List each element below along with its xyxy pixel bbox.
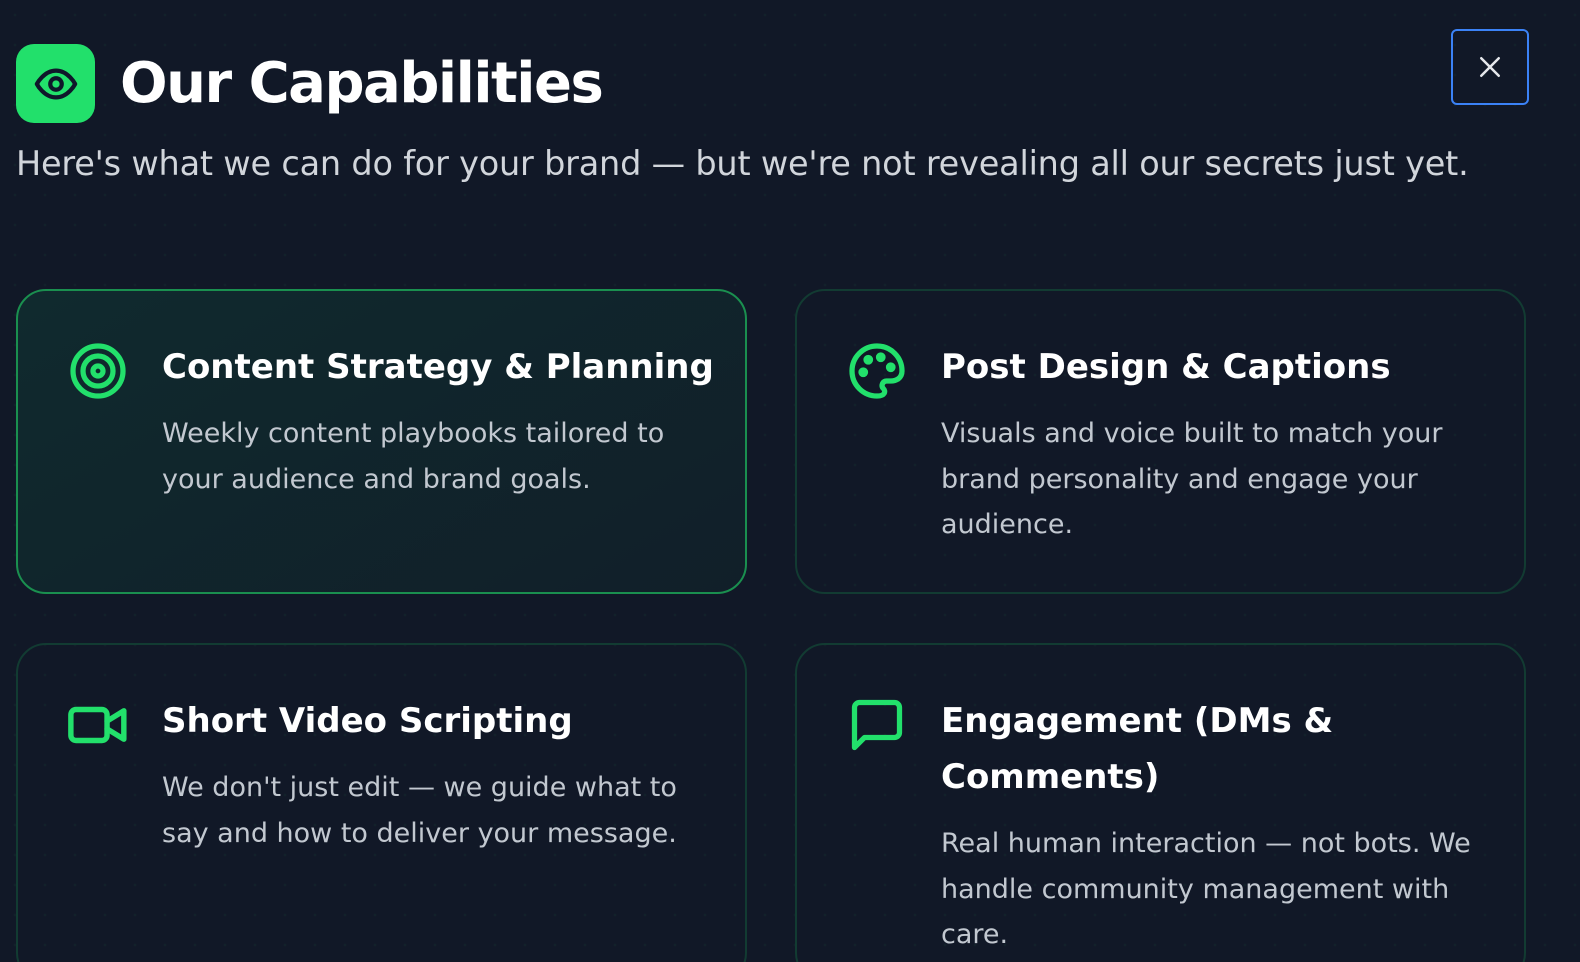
- capability-card-content-strategy[interactable]: Content Strategy & Planning Weekly conte…: [16, 289, 747, 594]
- card-icon-wrapper: [846, 340, 908, 402]
- card-title: Short Video Scripting: [162, 701, 573, 741]
- card-description: Visuals and voice built to match your br…: [941, 418, 1443, 540]
- video-camera-icon: [68, 706, 127, 744]
- capability-card-engagement[interactable]: Engagement (DMs & Comments) Real human i…: [795, 643, 1526, 962]
- close-button[interactable]: [1451, 29, 1529, 105]
- card-title: Post Design & Captions: [941, 347, 1391, 387]
- eye-icon: [34, 67, 77, 100]
- target-icon: [70, 343, 126, 399]
- card-description: Weekly content playbooks tailored to you…: [162, 418, 665, 495]
- card-title: Engagement (DMs & Comments): [941, 701, 1334, 797]
- card-icon-wrapper: [67, 694, 129, 756]
- capability-card-short-video[interactable]: Short Video Scripting We don't just edit…: [16, 643, 747, 962]
- page-subtitle: Here's what we can do for your brand — b…: [16, 144, 1469, 183]
- header-badge: [16, 44, 95, 123]
- card-icon-wrapper: [846, 694, 908, 756]
- card-description: Real human interaction — not bots. We ha…: [941, 828, 1471, 950]
- card-icon-wrapper: [67, 340, 129, 402]
- close-icon: [1480, 57, 1500, 77]
- card-description: We don't just edit — we guide what to sa…: [162, 772, 677, 849]
- capability-card-post-design[interactable]: Post Design & Captions Visuals and voice…: [795, 289, 1526, 594]
- page-title: Our Capabilities: [120, 51, 604, 116]
- chat-bubble-icon: [851, 699, 903, 751]
- palette-icon: [849, 343, 905, 399]
- card-title: Content Strategy & Planning: [162, 347, 714, 387]
- capabilities-modal: Our Capabilities Here's what we can do f…: [0, 0, 1580, 962]
